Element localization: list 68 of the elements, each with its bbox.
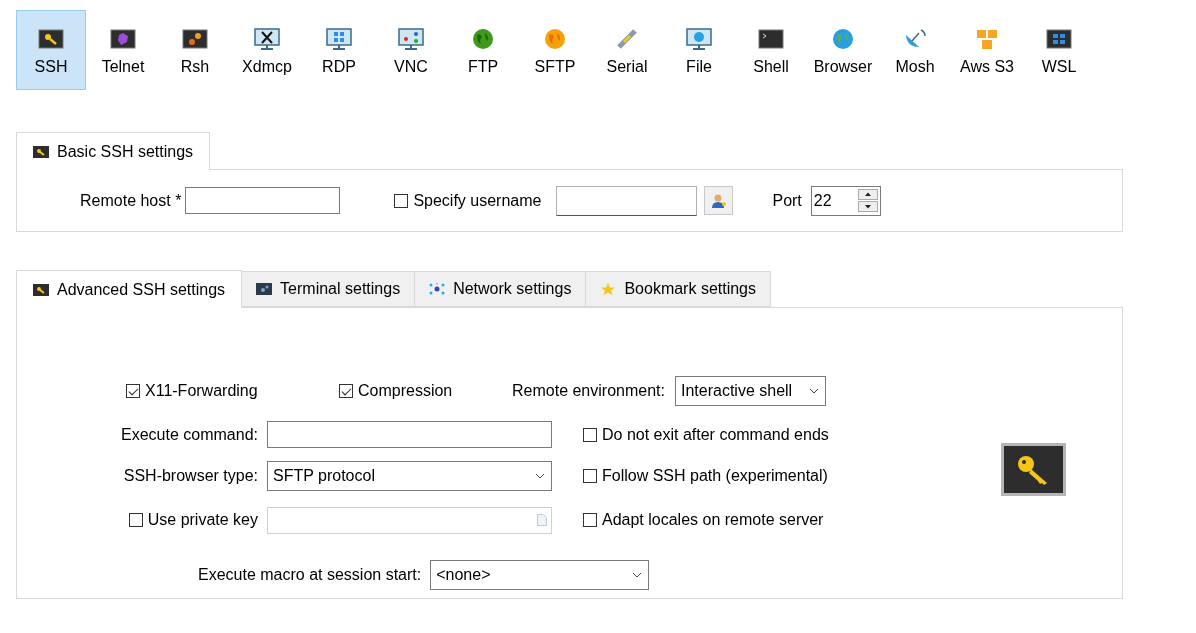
- session-type-icon: [325, 27, 353, 51]
- session-type-button[interactable]: RDP: [304, 10, 374, 90]
- session-type-button[interactable]: Mosh: [880, 10, 950, 90]
- x11-forwarding-label: X11-Forwarding: [145, 382, 258, 400]
- remote-host-field[interactable]: [185, 187, 341, 214]
- option-checkbox[interactable]: [583, 513, 597, 527]
- option-label: Adapt locales on remote server: [602, 511, 824, 529]
- session-type-button[interactable]: Browser: [808, 10, 878, 90]
- option-label: Do not exit after command ends: [602, 425, 829, 444]
- session-type-icon: [397, 27, 425, 51]
- session-type-icon: [685, 27, 713, 51]
- session-type-button[interactable]: SSH: [16, 10, 86, 90]
- specify-username-label: Specify username: [413, 191, 542, 210]
- ssh-browser-type-label: SSH-browser type:: [122, 466, 258, 485]
- remote-environment-label: Remote environment:: [512, 382, 665, 400]
- session-type-button[interactable]: SFTP: [520, 10, 590, 90]
- use-private-key-label: Use private key: [147, 511, 258, 529]
- spin-down-icon[interactable]: [857, 201, 878, 212]
- session-type-button[interactable]: Rsh: [160, 10, 230, 90]
- private-key-field[interactable]: [267, 506, 552, 534]
- chevron-down-icon: [535, 472, 545, 479]
- session-type-button[interactable]: Xdmcp: [232, 10, 302, 90]
- execute-macro-label: Execute macro at session start:: [198, 566, 422, 584]
- session-type-button[interactable]: Aws S3: [952, 10, 1022, 90]
- execute-macro-dropdown[interactable]: <none>: [430, 560, 650, 590]
- session-type-button[interactable]: File: [664, 10, 734, 90]
- compression-checkbox[interactable]: [339, 384, 353, 398]
- use-private-key-checkbox[interactable]: [128, 513, 143, 527]
- ssh-browser-type-dropdown[interactable]: SFTP protocol: [267, 460, 552, 491]
- session-type-button[interactable]: Telnet: [88, 10, 158, 90]
- session-type-icon: [1045, 27, 1073, 51]
- execute-command-label: Execute command:: [120, 425, 258, 444]
- port-spinner[interactable]: 22: [810, 185, 881, 216]
- session-type-icon: [37, 27, 65, 51]
- remote-environment-dropdown[interactable]: Interactive shell: [674, 376, 826, 406]
- key-button[interactable]: [1001, 443, 1066, 496]
- file-icon: [537, 514, 547, 526]
- option-label: Follow SSH path (experimental): [602, 466, 828, 485]
- remote-host-label: Remote host *: [80, 191, 182, 210]
- tab-icon: [600, 283, 617, 295]
- compression-label: Compression: [358, 382, 453, 400]
- session-type-icon: [109, 27, 137, 51]
- spin-up-icon[interactable]: [857, 189, 878, 200]
- user-icon: [710, 192, 727, 209]
- chevron-down-icon: [808, 388, 819, 394]
- specify-username-checkbox[interactable]: [394, 193, 409, 208]
- settings-tab[interactable]: Advanced SSH settings: [16, 270, 243, 308]
- option-checkbox[interactable]: [583, 468, 597, 483]
- session-type-button[interactable]: WSL: [1024, 10, 1094, 90]
- x11-forwarding-checkbox[interactable]: [126, 384, 140, 398]
- username-field[interactable]: [556, 185, 698, 216]
- session-type-button[interactable]: VNC: [376, 10, 446, 90]
- session-type-icon: [253, 27, 281, 51]
- execute-command-field[interactable]: [267, 421, 552, 448]
- key-icon: [33, 145, 49, 158]
- session-type-icon: [757, 27, 785, 51]
- session-type-button[interactable]: Shell: [736, 10, 806, 90]
- tab-icon: [429, 283, 446, 295]
- basic-ssh-settings-tab[interactable]: Basic SSH settings: [16, 132, 211, 170]
- tab-icon: [33, 283, 49, 296]
- session-type-button[interactable]: Serial: [592, 10, 662, 90]
- port-label: Port: [772, 191, 802, 210]
- option-checkbox[interactable]: [583, 427, 597, 442]
- session-type-button[interactable]: FTP: [448, 10, 518, 90]
- chevron-down-icon: [632, 572, 643, 578]
- tab-icon: [256, 283, 273, 295]
- session-type-icon: [181, 27, 209, 51]
- user-picker-button[interactable]: [704, 186, 734, 215]
